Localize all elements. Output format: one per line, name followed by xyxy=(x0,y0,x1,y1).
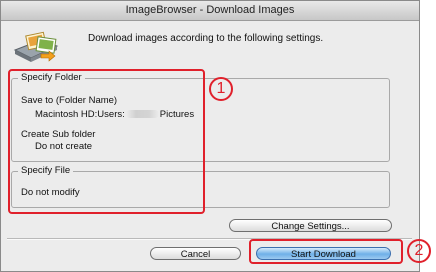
cancel-button[interactable]: Cancel xyxy=(150,247,241,260)
annotation-marker-1: 1 xyxy=(209,77,233,101)
change-settings-button[interactable]: Change Settings... xyxy=(229,219,392,232)
annotation-box-1 xyxy=(8,69,205,214)
annotation-box-2 xyxy=(249,239,403,264)
annotation-marker-2: 2 xyxy=(407,239,431,263)
header-description: Download images according to the followi… xyxy=(88,33,324,44)
scanner-photo-icon xyxy=(13,31,59,62)
window-title: ImageBrowser - Download Images xyxy=(1,1,419,21)
